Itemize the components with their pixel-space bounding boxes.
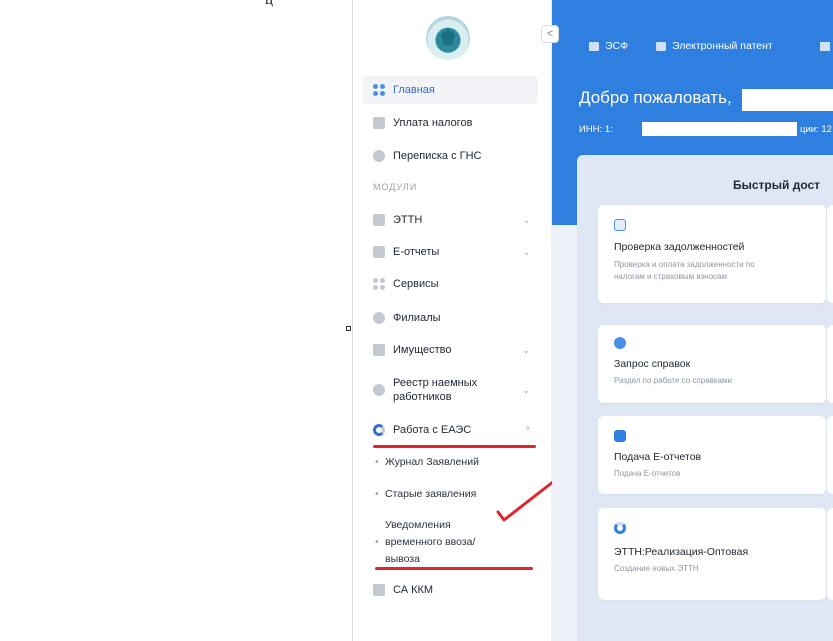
eaeu-icon (373, 424, 385, 436)
sub-item-old-applications[interactable]: • Старые заявления (375, 486, 477, 503)
sidebar-item-label: Главная (393, 84, 435, 96)
sidebar-item-ettn[interactable]: ЭТТН ⌄ (363, 206, 538, 234)
sub-item-label: Журнал Заявлений (385, 456, 479, 468)
card-partial[interactable] (827, 325, 833, 403)
welcome-heading: Добро пожаловать, (579, 88, 732, 107)
chevron-down-icon: ⌄ (522, 214, 530, 225)
sub-item-label: Уведомления временного ввоза/ вывоза (385, 519, 476, 565)
topbar-link-patent[interactable]: Электронный патент (656, 40, 773, 52)
branch-icon (373, 312, 385, 324)
sidebar-item-kkm[interactable]: СА ККМ (363, 576, 538, 604)
sidebar-item-label: СА ККМ (393, 584, 434, 596)
property-icon (373, 344, 385, 356)
quick-access-panel: Быстрый дост Проверка задолженностей Про… (577, 155, 833, 641)
sidebar-item-tax-payment[interactable]: Уплата налогов (363, 109, 538, 137)
card-description: Создание новых ЭТТН (614, 564, 699, 573)
chevron-down-icon: ⌄ (522, 384, 530, 395)
sidebar-item-e-reports[interactable]: Е-отчеты ⌄ (363, 238, 538, 266)
correspondence-icon (373, 150, 385, 162)
annotation-underline (375, 567, 533, 570)
invoice-icon (589, 41, 599, 51)
sidebar-item-label: Реестр наемных работников (393, 377, 478, 403)
card-title: Подача Е-отчетов (614, 451, 702, 463)
card-partial[interactable] (827, 416, 833, 494)
redacted-name (742, 89, 833, 111)
card-description: Проверка и оплата задолженности по налог… (614, 260, 755, 281)
sidebar-item-property[interactable]: Имущество ⌄ (363, 336, 538, 364)
sidebar-item-services[interactable]: Сервисы (363, 270, 538, 298)
cart-icon (373, 214, 385, 226)
sidebar-item-label: Филиалы (393, 312, 441, 324)
sidebar-item-correspondence[interactable]: Переписка с ГНС (363, 142, 538, 170)
services-icon (373, 278, 385, 290)
report-icon (373, 246, 385, 258)
card-e-reports[interactable]: Подача Е-отчетов Подача Е-отчетов (598, 416, 826, 494)
artifact-text: ц (265, 0, 274, 8)
card-title: Запрос справок (614, 358, 691, 370)
sidebar-item-label: Работа с ЕАЭС (393, 424, 472, 436)
sidebar-item-branches[interactable]: Филиалы (363, 304, 538, 332)
employees-icon (373, 384, 385, 396)
sidebar-item-employees-registry[interactable]: Реестр наемных работников ⌄ (363, 372, 538, 408)
search-document-icon (614, 219, 626, 231)
card-title: ЭТТН:Реализация-Оптовая (614, 546, 749, 558)
card-partial[interactable] (827, 508, 833, 600)
chevron-up-icon: ^ (525, 425, 530, 435)
sidebar-item-eaeu[interactable]: Работа с ЕАЭС ^ (363, 416, 538, 444)
quick-access-title: Быстрый дост (733, 178, 821, 192)
collapse-sidebar-button[interactable]: < (541, 25, 559, 43)
card-description: Подача Е-отчетов (614, 469, 681, 478)
sidebar-item-home[interactable]: Главная (363, 76, 538, 104)
cash-register-icon (373, 584, 385, 596)
sidebar-item-label: Имущество (393, 344, 452, 356)
inn-label: ИНН: 1: (579, 124, 613, 135)
tax-payment-icon (373, 117, 385, 129)
chevron-down-icon: ⌄ (522, 344, 530, 355)
sidebar-item-label: Сервисы (393, 278, 439, 290)
card-ettn-wholesale[interactable]: ЭТТН:Реализация-Оптовая Создание новых Э… (598, 508, 826, 600)
progress-ring-icon (614, 522, 626, 534)
sidebar-item-label: Переписка с ГНС (393, 150, 482, 162)
annotation-underline (373, 445, 536, 448)
calculator-icon[interactable] (820, 42, 830, 51)
upload-folder-icon (614, 430, 626, 442)
dashboard-icon (373, 84, 385, 96)
card-title: Проверка задолженностей (614, 241, 745, 253)
sidebar-item-label: Е-отчеты (393, 246, 440, 258)
topbar-link-esf[interactable]: ЭСФ (589, 40, 628, 52)
card-description: Раздел по работе со справками (614, 376, 733, 385)
card-certificates[interactable]: Запрос справок Раздел по работе со справ… (598, 325, 826, 403)
sidebar-item-label: ЭТТН (393, 214, 423, 226)
certificate-icon (614, 337, 626, 349)
tax-service-logo (426, 16, 470, 60)
card-debt-check[interactable]: Проверка задолженностей Проверка и оплат… (598, 205, 826, 303)
sub-item-temporary-import-notices[interactable]: • Уведомления временного ввоза/ вывоза (375, 517, 503, 568)
sidebar: < Главная Уплата налогов Переписка с ГНС… (353, 0, 559, 641)
sub-item-applications-journal[interactable]: • Журнал Заявлений (375, 454, 479, 471)
sub-item-label: Старые заявления (385, 488, 477, 500)
modules-section-label: МОДУЛИ (373, 182, 418, 192)
main-content: ЭСФ Электронный патент Добро пожаловать,… (552, 0, 833, 641)
artifact-mark (346, 326, 351, 331)
redacted-inn (642, 122, 797, 136)
card-partial[interactable] (827, 205, 833, 303)
patent-icon (656, 41, 666, 51)
registration-info: ции: 12 (800, 124, 832, 135)
sidebar-item-label: Уплата налогов (393, 117, 473, 129)
chevron-down-icon: ⌄ (522, 246, 530, 257)
